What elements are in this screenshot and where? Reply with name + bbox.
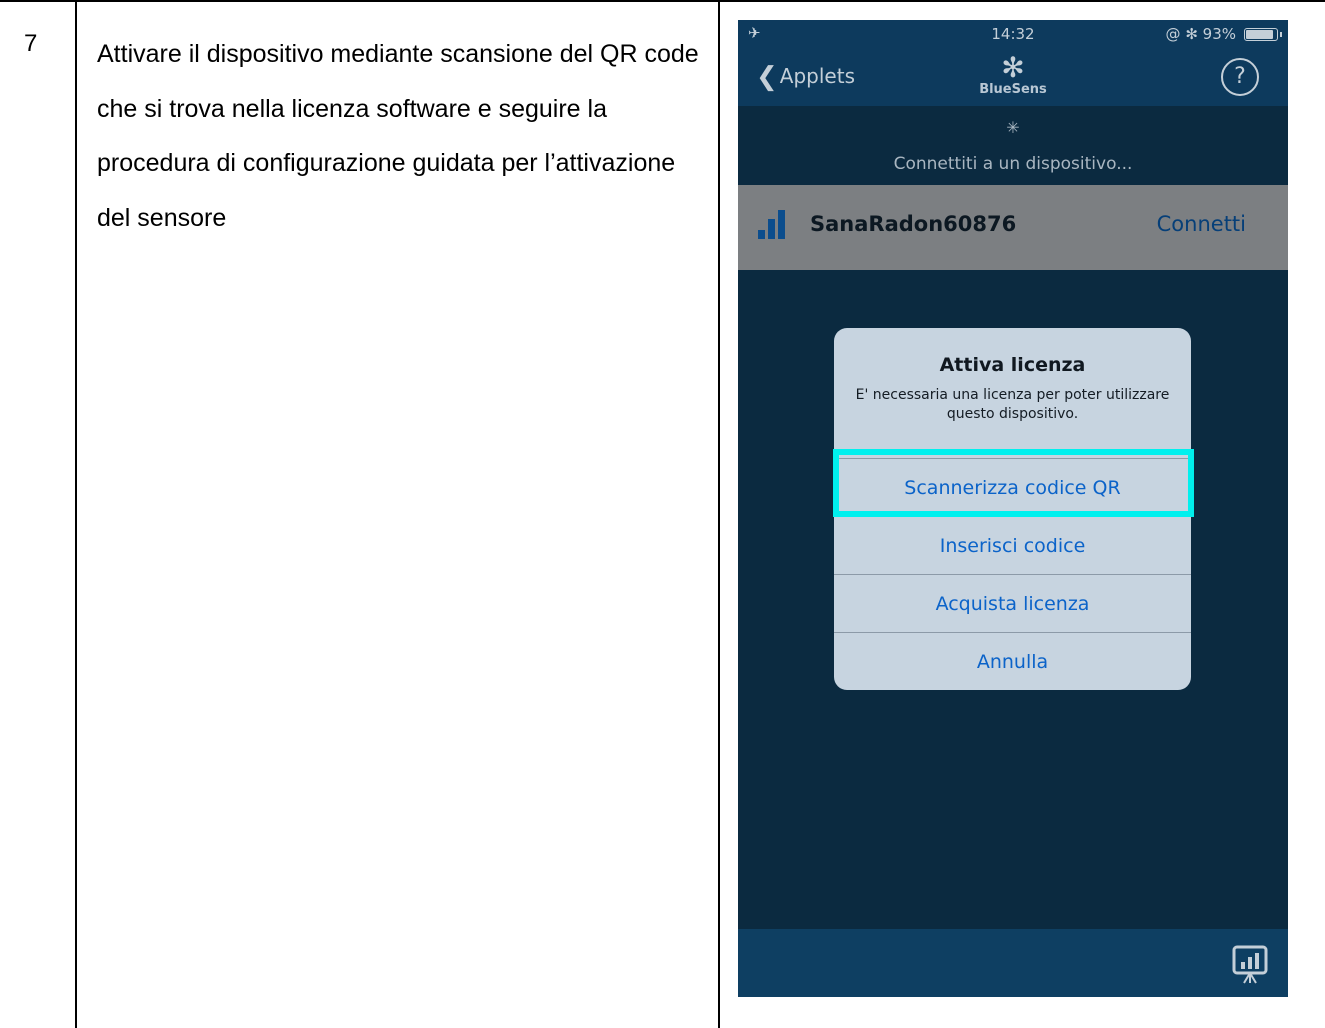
scan-qr-button[interactable]: Scannerizza codice QR <box>834 458 1191 516</box>
chart-icon[interactable] <box>1232 945 1268 985</box>
nav-bar: ❮ Applets ✻ BlueSens ? <box>738 48 1288 106</box>
enter-code-button[interactable]: Inserisci codice <box>834 516 1191 574</box>
help-button[interactable]: ? <box>1221 58 1259 96</box>
step-instruction: Attivare il dispositivo mediante scansio… <box>97 40 699 232</box>
device-name: SanaRadon60876 <box>810 212 1017 236</box>
phone-screenshot: ✈ ︎ 14:32 @ ✻ 93% ❮ Applets ✻ BlueSens ? … <box>738 20 1288 997</box>
table-divider-right <box>718 0 720 1028</box>
connecting-area: ✳ Connettiti a un dispositivo... <box>738 106 1288 185</box>
bluetooth-icon: ✻ <box>1001 51 1025 84</box>
spinner-icon: ✳ <box>1006 118 1020 137</box>
device-row[interactable]: SanaRadon60876 Connetti <box>738 185 1288 270</box>
license-alert: Attiva licenza E' necessaria una licenza… <box>834 328 1191 690</box>
buy-license-button[interactable]: Acquista licenza <box>834 574 1191 632</box>
status-bar: ✈ ︎ 14:32 @ ✻ 93% <box>738 20 1288 48</box>
step-number: 7 <box>24 30 38 57</box>
bottom-bar <box>738 929 1288 997</box>
table-divider-left <box>75 0 77 1028</box>
status-right-text: @ ✻ 93% <box>1165 25 1236 43</box>
logo-text: BlueSens <box>979 82 1047 97</box>
cancel-button[interactable]: Annulla <box>834 632 1191 690</box>
signal-strength-icon <box>758 203 792 239</box>
connecting-text: Connettiti a un dispositivo... <box>893 154 1133 174</box>
connect-button[interactable]: Connetti <box>1157 212 1246 236</box>
alert-title: Attiva licenza <box>939 354 1086 376</box>
battery-icon <box>1244 28 1282 41</box>
alert-message: E' necessaria una licenza per poter util… <box>855 387 1170 422</box>
table-top-border <box>0 0 1325 2</box>
bluesens-logo: ✻ BlueSens <box>738 51 1288 98</box>
